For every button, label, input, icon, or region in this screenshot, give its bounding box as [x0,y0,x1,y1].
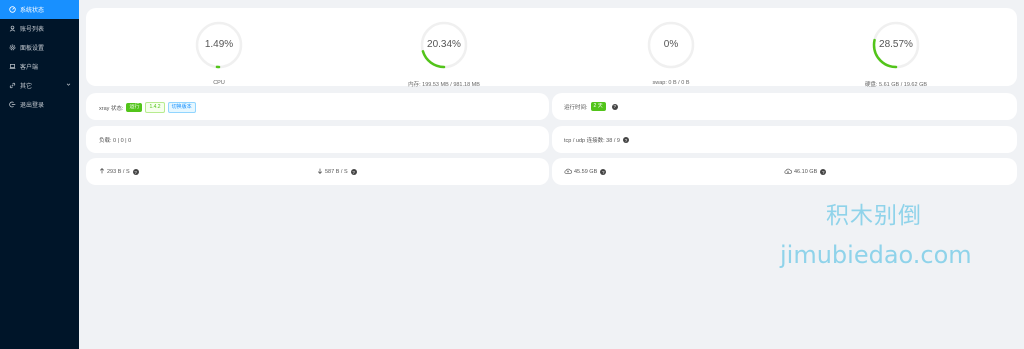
cpu-value: 1.49% [204,39,234,50]
laptop-icon [8,63,16,71]
xray-running-badge: 运行 [126,103,143,112]
network-speed-card: 293 B / S ? 587 B / S ? [86,158,549,185]
memory-label: 内存: 199.53 MB / 981.18 MB [408,82,480,88]
sidebar-item-label: 账号列表 [20,27,45,33]
connections-text: tcp / udp 连接数: 38 / 9 [564,138,620,144]
sidebar-item-label: 退出登录 [20,103,45,109]
system-usage-card: 1.49% CPU 20.34% 内存: 199.53 MB / 981.18 … [86,8,1017,88]
sidebar: 系统状态 账号列表 面板设置 客户端 其它 退出登录 [0,0,79,349]
sidebar-item-client[interactable]: 客户端 [0,57,79,76]
download-speed: 587 B / S [325,169,348,175]
uptime-label: 运行时间: [564,104,588,111]
sidebar-item-label: 客户端 [20,65,39,71]
arrow-up-icon [99,168,105,176]
traffic-download: 46.10 GB [794,169,818,175]
link-icon [8,82,16,90]
memory-gauge: 20.34% 内存: 199.53 MB / 981.18 MB [408,20,480,88]
settings-icon [8,44,16,52]
sidebar-item-accounts[interactable]: 账号列表 [0,19,79,38]
sidebar-item-label: 其它 [20,84,33,90]
disk-label: 硬盘: 5.61 GB / 19.62 GB [864,82,928,88]
arrow-down-icon [317,168,323,176]
sidebar-item-logout[interactable]: 退出登录 [0,95,79,114]
disk-value: 28.57% [879,39,913,50]
help-icon[interactable]: ? [350,169,357,175]
sidebar-item-label: 面板设置 [20,46,45,52]
traffic-upload: 45.59 GB [574,169,598,175]
xray-version-badge: 1.4.2 [145,102,165,113]
watermark-cn: 积木别倒 [826,203,922,229]
sidebar-item-settings[interactable]: 面板设置 [0,38,79,57]
switch-version-button[interactable]: 切换版本 [167,102,196,113]
help-icon[interactable]: ? [820,169,827,175]
help-icon[interactable]: ? [611,103,618,110]
load-text: 负载: 0 | 0 | 0 [99,138,132,144]
disk-gauge: 28.57% 硬盘: 5.61 GB / 19.62 GB [865,20,927,88]
xray-status-card: xray 状态: 运行 1.4.2 切换版本 [86,93,549,120]
sidebar-item-other[interactable]: 其它 [0,76,79,95]
chevron-down-icon [66,82,71,89]
help-icon[interactable]: ? [622,137,629,143]
connections-card: tcp / udp 连接数: 38 / 9 ? [552,126,1017,153]
load-card: 负载: 0 | 0 | 0 [86,126,549,153]
main-content: 1.49% CPU 20.34% 内存: 199.53 MB / 981.18 … [79,0,1024,349]
traffic-card: 45.59 GB ? 46.10 GB ? [552,158,1017,185]
user-icon [8,25,16,33]
sidebar-item-label: 系统状态 [20,8,45,14]
uptime-badge: 2 天 [590,102,606,111]
cpu-gauge: 1.49% CPU [189,20,249,86]
swap-value: 0% [663,39,679,50]
swap-label: swap: 0 B / 0 B [652,80,690,86]
dashboard-icon [8,6,16,14]
help-icon[interactable]: ? [600,169,607,175]
cloud-download-icon [784,168,792,176]
swap-gauge: 0% swap: 0 B / 0 B [641,20,701,86]
uptime-card: 运行时间: 2 天 ? [552,93,1017,120]
logout-icon [8,101,16,109]
cpu-label: CPU [213,80,225,86]
memory-value: 20.34% [427,39,461,50]
cloud-upload-icon [564,168,572,176]
xray-status-label: xray 状态: [99,105,124,112]
help-icon[interactable]: ? [132,169,139,175]
watermark-url: jimubiedao.com [780,241,972,269]
upload-speed: 293 B / S [107,169,130,175]
sidebar-item-status[interactable]: 系统状态 [0,0,79,19]
